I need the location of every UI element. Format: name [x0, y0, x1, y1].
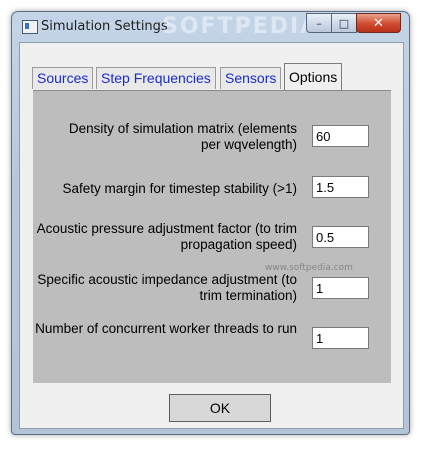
- softpedia-watermark: SOFTPEDIA: [162, 14, 320, 39]
- threads-input[interactable]: [312, 327, 369, 349]
- close-button[interactable]: ✕: [356, 13, 401, 33]
- dialog-client-area: Sources Step Frequencies Sensors Options…: [19, 42, 404, 429]
- minimize-icon: –: [316, 16, 322, 30]
- app-icon[interactable]: [22, 20, 38, 34]
- safety-margin-input[interactable]: [312, 176, 369, 198]
- threads-label: Number of concurrent worker threads to r…: [35, 321, 297, 336]
- window-title: Simulation Settings: [41, 19, 168, 34]
- pressure-factor-input[interactable]: [312, 226, 369, 248]
- title-bar[interactable]: Simulation Settings SOFTPEDIA – □ ✕: [12, 12, 409, 42]
- density-label: Density of simulation matrix (elements p…: [68, 121, 297, 152]
- tab-sensors[interactable]: Sensors: [220, 67, 282, 89]
- impedance-label: Specific acoustic impedance adjustment (…: [37, 272, 297, 303]
- safety-margin-label: Safety margin for timestep stability (>1…: [62, 181, 297, 196]
- options-panel: Density of simulation matrix (elements p…: [33, 90, 391, 383]
- tab-sources[interactable]: Sources: [32, 67, 94, 89]
- minimize-button[interactable]: –: [306, 13, 332, 33]
- pressure-factor-label: Acoustic pressure adjustment factor (to …: [36, 221, 297, 252]
- maximize-icon: □: [338, 16, 350, 30]
- impedance-input[interactable]: [312, 277, 369, 299]
- softpedia-url-watermark: www.softpedia.com: [265, 263, 353, 273]
- close-icon: ✕: [373, 15, 384, 31]
- tab-options[interactable]: Options: [284, 63, 343, 90]
- ok-button[interactable]: OK: [169, 394, 271, 422]
- settings-window: Simulation Settings SOFTPEDIA – □ ✕ Sour…: [11, 11, 410, 435]
- maximize-button[interactable]: □: [331, 13, 357, 33]
- density-input[interactable]: [312, 125, 369, 147]
- tab-step-frequencies[interactable]: Step Frequencies: [96, 67, 216, 89]
